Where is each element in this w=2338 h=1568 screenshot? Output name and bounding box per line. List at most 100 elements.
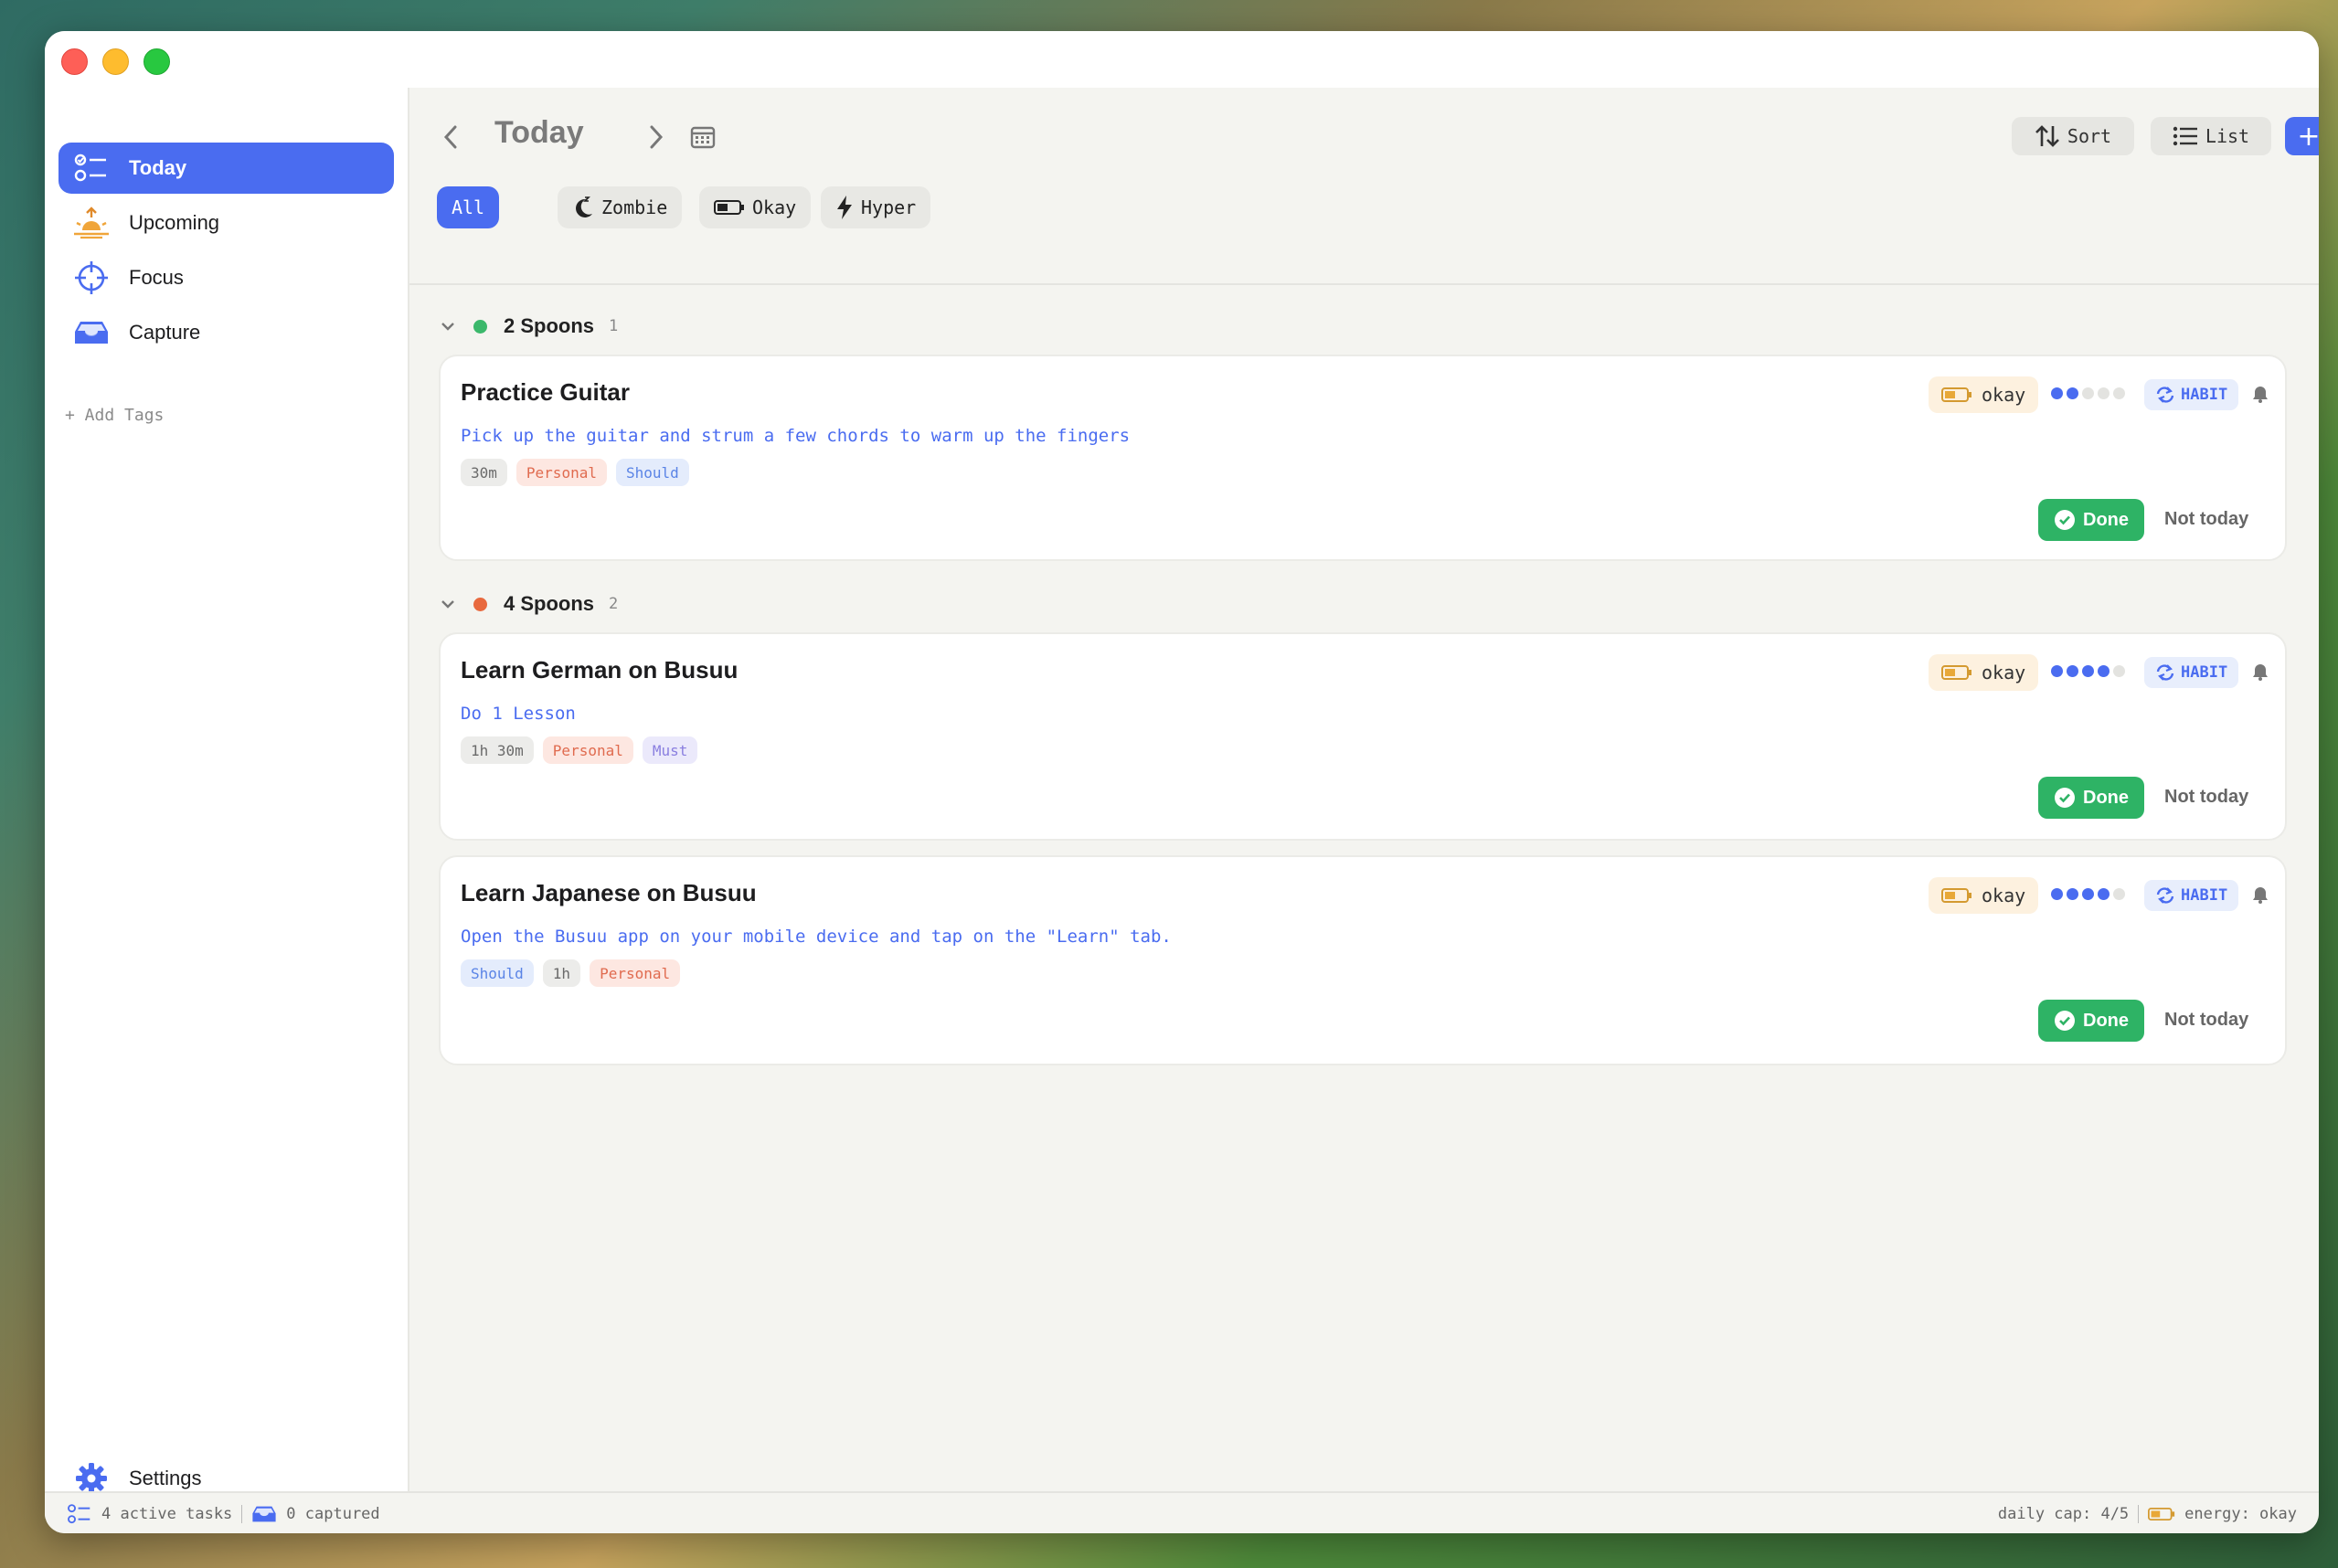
energy-badge: okay bbox=[1929, 654, 2039, 691]
category-tag: Personal bbox=[515, 459, 607, 486]
add-task-button[interactable]: + bbox=[2285, 117, 2319, 155]
zoom-window-button[interactable] bbox=[143, 48, 170, 75]
spoon-rating bbox=[2051, 665, 2125, 677]
filter-label: Okay bbox=[752, 196, 797, 218]
energy-status: energy: okay bbox=[2184, 1505, 2297, 1523]
chevron-left-icon bbox=[443, 125, 457, 149]
sidebar-item-label: Upcoming bbox=[129, 211, 220, 234]
sidebar-item-capture[interactable]: Capture bbox=[58, 307, 394, 358]
task-title: Practice Guitar bbox=[461, 378, 630, 406]
bell-icon[interactable] bbox=[2250, 662, 2270, 682]
task-card[interactable]: Learn German on Busuu okay HABIT Do 1 Le… bbox=[439, 632, 2287, 841]
checklist-icon bbox=[73, 150, 110, 186]
spoon-dot bbox=[2082, 888, 2094, 900]
spoon-dot bbox=[2067, 888, 2078, 900]
filter-label: Zombie bbox=[601, 196, 668, 218]
app-window: Today Upcoming Focus Capture + Add Tags bbox=[45, 31, 2319, 1533]
chevron-down-icon[interactable] bbox=[439, 322, 457, 331]
task-tags: Should 1h Personal bbox=[461, 959, 681, 987]
sort-button[interactable]: Sort bbox=[2012, 117, 2134, 155]
sidebar: Today Upcoming Focus Capture + Add Tags bbox=[45, 88, 409, 1519]
check-circle-icon bbox=[2055, 1011, 2075, 1031]
battery-icon bbox=[2148, 1507, 2175, 1521]
not-today-button[interactable]: Not today bbox=[2164, 787, 2248, 808]
priority-tag: Should bbox=[615, 459, 689, 486]
chevron-right-icon bbox=[650, 125, 664, 149]
lightning-icon bbox=[837, 196, 852, 219]
filter-okay[interactable]: Okay bbox=[699, 186, 812, 228]
group-color-dot bbox=[473, 319, 487, 334]
energy-label: okay bbox=[1982, 662, 2026, 683]
task-card[interactable]: Learn Japanese on Busuu okay HABIT Open … bbox=[439, 855, 2287, 1065]
group-count: 2 bbox=[609, 595, 619, 613]
list-view-button[interactable]: List bbox=[2151, 117, 2271, 155]
calendar-icon bbox=[690, 126, 716, 149]
group-header: 4 Spoons 2 bbox=[439, 590, 618, 618]
settings-label: Settings bbox=[129, 1467, 202, 1489]
habit-badge: HABIT bbox=[2144, 379, 2239, 410]
done-button[interactable]: Done bbox=[2038, 1000, 2144, 1042]
habit-badge: HABIT bbox=[2144, 880, 2239, 911]
battery-icon bbox=[1941, 665, 1971, 680]
close-window-button[interactable] bbox=[61, 48, 88, 75]
done-label: Done bbox=[2083, 509, 2129, 530]
done-button[interactable]: Done bbox=[2038, 499, 2144, 541]
task-title: Learn German on Busuu bbox=[461, 656, 739, 683]
done-label: Done bbox=[2083, 787, 2129, 808]
divider bbox=[241, 1505, 243, 1523]
not-today-button[interactable]: Not today bbox=[2164, 1010, 2248, 1031]
inbox-tray-icon bbox=[73, 314, 110, 351]
spoon-dot bbox=[2098, 387, 2110, 399]
repeat-icon bbox=[2156, 664, 2174, 681]
calendar-button[interactable] bbox=[689, 122, 717, 152]
inbox-tray-icon bbox=[252, 1506, 276, 1522]
chevron-down-icon[interactable] bbox=[439, 599, 457, 609]
main-content: Today Sort List + All Zombie Okay Hyper … bbox=[409, 88, 2319, 1519]
sidebar-item-label: Capture bbox=[129, 321, 201, 344]
battery-icon bbox=[714, 200, 744, 215]
bell-icon[interactable] bbox=[2250, 885, 2270, 905]
toolbar: Today Sort List + All Zombie Okay Hyper bbox=[409, 88, 2319, 285]
duration-tag: 1h 30m bbox=[461, 736, 534, 764]
daily-cap: daily cap: 4/5 bbox=[1997, 1505, 2130, 1523]
priority-tag: Should bbox=[461, 959, 534, 987]
previous-day-button[interactable] bbox=[437, 121, 464, 154]
sidebar-item-today[interactable]: Today bbox=[58, 143, 394, 194]
spoon-dot bbox=[2051, 387, 2063, 399]
spoon-rating bbox=[2051, 387, 2125, 399]
habit-label: HABIT bbox=[2181, 663, 2228, 682]
done-button[interactable]: Done bbox=[2038, 777, 2144, 819]
sidebar-item-focus[interactable]: Focus bbox=[58, 252, 394, 303]
sidebar-item-upcoming[interactable]: Upcoming bbox=[58, 197, 394, 249]
task-card[interactable]: Practice Guitar okay HABIT Pick up the g… bbox=[439, 355, 2287, 561]
bell-icon[interactable] bbox=[2250, 384, 2270, 404]
task-tags: 1h 30m Personal Must bbox=[461, 736, 698, 764]
priority-tag: Must bbox=[642, 736, 698, 764]
page-title: Today bbox=[494, 115, 584, 150]
filter-label: All bbox=[451, 196, 485, 218]
category-tag: Personal bbox=[590, 959, 681, 987]
crosshair-icon bbox=[73, 260, 110, 296]
habit-label: HABIT bbox=[2181, 886, 2228, 905]
minimize-window-button[interactable] bbox=[102, 48, 129, 75]
add-tags-button[interactable]: + Add Tags bbox=[65, 406, 164, 425]
filter-zombie[interactable]: Zombie bbox=[558, 186, 683, 228]
spoon-dot bbox=[2082, 387, 2094, 399]
divider bbox=[2138, 1505, 2140, 1523]
group-title: 2 Spoons bbox=[504, 314, 595, 337]
task-description: Pick up the guitar and strum a few chord… bbox=[461, 426, 1131, 446]
list-icon bbox=[2173, 126, 2197, 146]
list-label: List bbox=[2205, 125, 2250, 147]
task-description: Do 1 Lesson bbox=[461, 704, 576, 724]
battery-icon bbox=[1941, 387, 1971, 402]
category-tag: Personal bbox=[542, 736, 633, 764]
spoon-dot bbox=[2098, 665, 2110, 677]
spoon-dot bbox=[2098, 888, 2110, 900]
not-today-button[interactable]: Not today bbox=[2164, 509, 2248, 530]
spoon-dot bbox=[2051, 888, 2063, 900]
filter-all[interactable]: All bbox=[437, 186, 499, 228]
habit-label: HABIT bbox=[2181, 386, 2228, 404]
sunrise-icon bbox=[73, 205, 110, 241]
next-day-button[interactable] bbox=[643, 121, 670, 154]
filter-hyper[interactable]: Hyper bbox=[821, 186, 931, 228]
